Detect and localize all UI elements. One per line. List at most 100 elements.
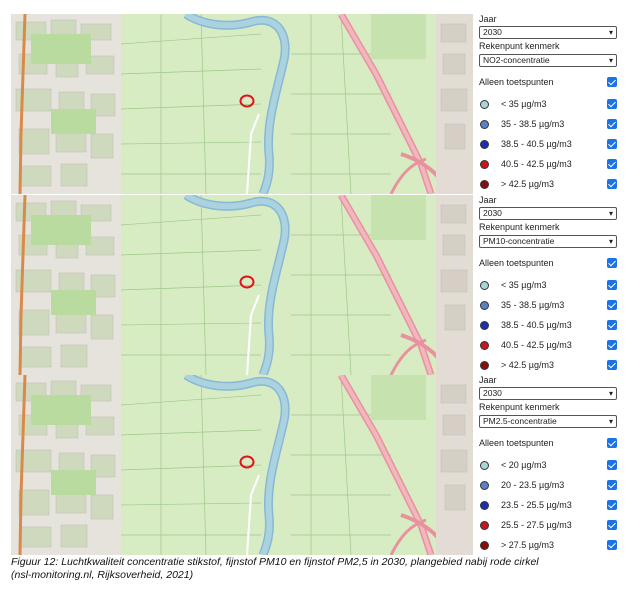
legend-label: 38.5 - 40.5 µg/m3 bbox=[501, 139, 572, 149]
map-panel: Jaar 2030 ▾ Rekenpunt kenmerk PM10-conce… bbox=[11, 195, 628, 375]
legend-label: 35 - 38.5 µg/m3 bbox=[501, 119, 565, 129]
legend-label: 40.5 - 42.5 µg/m3 bbox=[501, 340, 572, 350]
concentration-dot-icon bbox=[480, 501, 489, 510]
legend-row[interactable]: < 35 µg/m3 bbox=[479, 98, 619, 112]
legend-checkbox[interactable] bbox=[607, 99, 617, 109]
legend-row[interactable]: 38.5 - 40.5 µg/m3 bbox=[479, 319, 619, 333]
legend-label: < 20 µg/m3 bbox=[501, 460, 547, 470]
legend-checkbox[interactable] bbox=[607, 520, 617, 530]
only-points-toggle[interactable]: Alleen toetspunten bbox=[479, 257, 619, 271]
metric-select[interactable]: NO2-concentratie ▾ bbox=[479, 54, 617, 67]
legend-row[interactable]: 35 - 38.5 µg/m3 bbox=[479, 299, 619, 313]
only-points-toggle[interactable]: Alleen toetspunten bbox=[479, 437, 619, 451]
control-sidebar: Jaar 2030 ▾ Rekenpunt kenmerk PM2.5-conc… bbox=[475, 375, 628, 555]
legend-row[interactable]: < 20 µg/m3 bbox=[479, 459, 619, 473]
year-select-value: 2030 bbox=[483, 388, 502, 398]
legend-checkbox[interactable] bbox=[607, 480, 617, 490]
map-view[interactable] bbox=[11, 195, 473, 375]
legend-checkbox[interactable] bbox=[607, 340, 617, 350]
only-points-label: Alleen toetspunten bbox=[479, 258, 554, 268]
concentration-dot-icon bbox=[480, 160, 489, 169]
legend-label: 40.5 - 42.5 µg/m3 bbox=[501, 159, 572, 169]
concentration-dot-icon bbox=[480, 281, 489, 290]
legend-row[interactable]: > 27.5 µg/m3 bbox=[479, 539, 619, 553]
legend-checkbox[interactable] bbox=[607, 460, 617, 470]
legend-checkbox[interactable] bbox=[607, 159, 617, 169]
metric-select[interactable]: PM10-concentratie ▾ bbox=[479, 235, 617, 248]
map-panel: Jaar 2030 ▾ Rekenpunt kenmerk PM2.5-conc… bbox=[11, 375, 628, 555]
concentration-dot-icon bbox=[480, 521, 489, 530]
legend-checkbox[interactable] bbox=[607, 540, 617, 550]
legend-checkbox[interactable] bbox=[607, 360, 617, 370]
chevron-down-icon: ▾ bbox=[608, 209, 613, 218]
legend-checkbox[interactable] bbox=[607, 300, 617, 310]
control-sidebar: Jaar 2030 ▾ Rekenpunt kenmerk NO2-concen… bbox=[475, 14, 628, 194]
concentration-dot-icon bbox=[480, 461, 489, 470]
legend-checkbox[interactable] bbox=[607, 500, 617, 510]
only-points-checkbox[interactable] bbox=[607, 438, 617, 448]
legend-label: > 42.5 µg/m3 bbox=[501, 360, 554, 370]
year-select[interactable]: 2030 ▾ bbox=[479, 387, 617, 400]
year-select[interactable]: 2030 ▾ bbox=[479, 207, 617, 220]
year-select[interactable]: 2030 ▾ bbox=[479, 26, 617, 39]
only-points-label: Alleen toetspunten bbox=[479, 438, 554, 448]
concentration-dot-icon bbox=[480, 100, 489, 109]
only-points-checkbox[interactable] bbox=[607, 258, 617, 268]
metric-label: Rekenpunt kenmerk bbox=[479, 222, 560, 232]
control-sidebar: Jaar 2030 ▾ Rekenpunt kenmerk PM10-conce… bbox=[475, 195, 628, 375]
legend-row[interactable]: 25.5 - 27.5 µg/m3 bbox=[479, 519, 619, 533]
legend-row[interactable]: < 35 µg/m3 bbox=[479, 279, 619, 293]
caption-line-2: (nsl-monitoring.nl, Rijksoverheid, 2021) bbox=[11, 569, 194, 581]
metric-select-value: NO2-concentratie bbox=[483, 55, 550, 65]
legend-label: 25.5 - 27.5 µg/m3 bbox=[501, 520, 572, 530]
legend-label: < 35 µg/m3 bbox=[501, 99, 547, 109]
legend-checkbox[interactable] bbox=[607, 320, 617, 330]
map-view[interactable] bbox=[11, 14, 473, 194]
concentration-dot-icon bbox=[480, 180, 489, 189]
legend-checkbox[interactable] bbox=[607, 179, 617, 189]
legend-checkbox[interactable] bbox=[607, 119, 617, 129]
legend-row[interactable]: 38.5 - 40.5 µg/m3 bbox=[479, 138, 619, 152]
legend-row[interactable]: 35 - 38.5 µg/m3 bbox=[479, 118, 619, 132]
chevron-down-icon: ▾ bbox=[608, 56, 613, 65]
concentration-dot-icon bbox=[480, 481, 489, 490]
concentration-dot-icon bbox=[480, 140, 489, 149]
legend-row[interactable]: 40.5 - 42.5 µg/m3 bbox=[479, 158, 619, 172]
chevron-down-icon: ▾ bbox=[608, 28, 613, 37]
metric-label: Rekenpunt kenmerk bbox=[479, 41, 560, 51]
map-panel: Jaar 2030 ▾ Rekenpunt kenmerk NO2-concen… bbox=[11, 14, 628, 194]
caption-line-1: Figuur 12: Luchtkwaliteit concentratie s… bbox=[11, 556, 539, 568]
concentration-dot-icon bbox=[480, 541, 489, 550]
legend-row[interactable]: 20 - 23.5 µg/m3 bbox=[479, 479, 619, 493]
chevron-down-icon: ▾ bbox=[608, 389, 613, 398]
metric-select-value: PM2.5-concentratie bbox=[483, 416, 557, 426]
legend-label: > 27.5 µg/m3 bbox=[501, 540, 554, 550]
metric-select[interactable]: PM2.5-concentratie ▾ bbox=[479, 415, 617, 428]
legend-checkbox[interactable] bbox=[607, 139, 617, 149]
concentration-dot-icon bbox=[480, 361, 489, 370]
legend-row[interactable]: > 42.5 µg/m3 bbox=[479, 178, 619, 192]
legend-label: 20 - 23.5 µg/m3 bbox=[501, 480, 565, 490]
legend-row[interactable]: > 42.5 µg/m3 bbox=[479, 359, 619, 373]
only-points-label: Alleen toetspunten bbox=[479, 77, 554, 87]
legend-label: < 35 µg/m3 bbox=[501, 280, 547, 290]
chevron-down-icon: ▾ bbox=[608, 237, 613, 246]
legend-checkbox[interactable] bbox=[607, 280, 617, 290]
map-view[interactable] bbox=[11, 375, 473, 555]
concentration-dot-icon bbox=[480, 321, 489, 330]
year-label: Jaar bbox=[479, 375, 497, 385]
only-points-checkbox[interactable] bbox=[607, 77, 617, 87]
year-label: Jaar bbox=[479, 195, 497, 205]
concentration-dot-icon bbox=[480, 341, 489, 350]
legend-row[interactable]: 23.5 - 25.5 µg/m3 bbox=[479, 499, 619, 513]
only-points-toggle[interactable]: Alleen toetspunten bbox=[479, 76, 619, 90]
year-select-value: 2030 bbox=[483, 27, 502, 37]
figure-caption: Figuur 12: Luchtkwaliteit concentratie s… bbox=[11, 556, 631, 582]
concentration-dot-icon bbox=[480, 301, 489, 310]
metric-label: Rekenpunt kenmerk bbox=[479, 402, 560, 412]
legend-label: 38.5 - 40.5 µg/m3 bbox=[501, 320, 572, 330]
metric-select-value: PM10-concentratie bbox=[483, 236, 555, 246]
legend-row[interactable]: 40.5 - 42.5 µg/m3 bbox=[479, 339, 619, 353]
legend-label: > 42.5 µg/m3 bbox=[501, 179, 554, 189]
chevron-down-icon: ▾ bbox=[608, 417, 613, 426]
